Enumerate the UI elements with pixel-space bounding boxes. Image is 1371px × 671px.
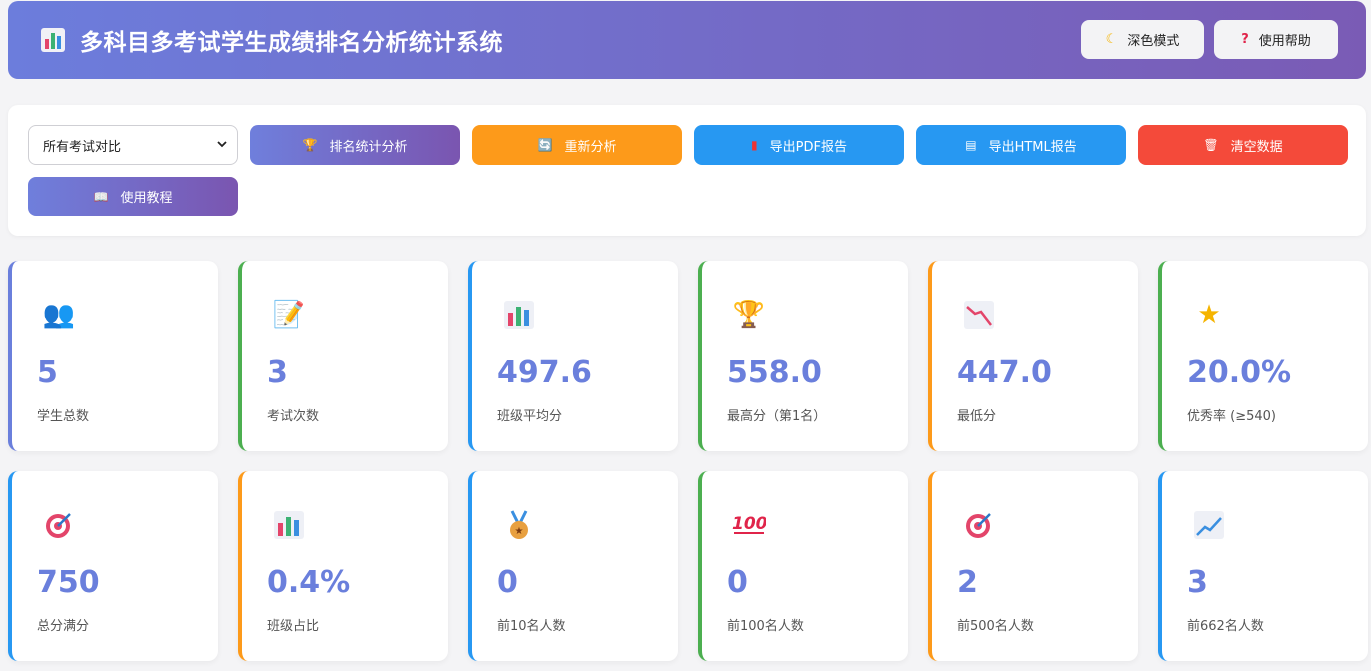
rank-analysis-button[interactable]: 🏆 排名统计分析 bbox=[250, 125, 460, 165]
chevron-down-icon bbox=[217, 141, 227, 148]
stat-card-top100: 100 0 前100名人数 bbox=[698, 471, 908, 661]
dark-mode-label: 深色模式 bbox=[1127, 34, 1180, 49]
stat-value: 20.0% bbox=[1187, 355, 1292, 390]
exam-select[interactable]: 所有考试对比 bbox=[28, 125, 238, 165]
stat-value: 3 bbox=[267, 355, 288, 390]
stat-card-average: 497.6 班级平均分 bbox=[468, 261, 678, 451]
stat-card-class-ratio: 0.4% 班级占比 bbox=[238, 471, 448, 661]
stat-label: 前662名人数 bbox=[1187, 619, 1264, 634]
stat-card-top10: ★ 0 前10名人数 bbox=[468, 471, 678, 661]
stat-value: 0 bbox=[727, 565, 748, 600]
trash-icon: 🗑 bbox=[1203, 138, 1219, 152]
stat-label: 最高分（第1名） bbox=[727, 409, 827, 424]
stat-card-exams: 📝 3 考试次数 bbox=[238, 261, 448, 451]
export-html-label: 导出HTML报告 bbox=[988, 139, 1077, 155]
refresh-icon: 🔄 bbox=[537, 138, 553, 152]
svg-text:100: 100 bbox=[732, 514, 766, 534]
export-html-button[interactable]: ▤ 导出HTML报告 bbox=[916, 125, 1126, 165]
stat-value: 0.4% bbox=[267, 565, 351, 600]
export-pdf-label: 导出PDF报告 bbox=[769, 139, 847, 155]
export-pdf-button[interactable]: ▮ 导出PDF报告 bbox=[694, 125, 904, 165]
svg-text:★: ★ bbox=[515, 526, 524, 537]
reanalyze-label: 重新分析 bbox=[564, 139, 617, 155]
stat-label: 学生总数 bbox=[37, 409, 90, 424]
dark-mode-button[interactable]: ☾ 深色模式 bbox=[1081, 20, 1204, 59]
clear-data-button[interactable]: 🗑 清空数据 bbox=[1138, 125, 1348, 165]
clear-data-label: 清空数据 bbox=[1230, 139, 1283, 155]
stat-value: 497.6 bbox=[497, 355, 592, 390]
rank-analysis-label: 排名统计分析 bbox=[329, 139, 408, 155]
stat-label: 前10名人数 bbox=[497, 619, 566, 634]
stat-label: 最低分 bbox=[957, 409, 997, 424]
stat-value: 5 bbox=[37, 355, 58, 390]
help-label: 使用帮助 bbox=[1258, 34, 1311, 49]
document-icon: ▤ bbox=[965, 138, 977, 152]
toolbar-panel: 所有考试对比 🏆 排名统计分析 🔄 重新分析 ▮ 导出PDF报告 ▤ 导出HTM… bbox=[8, 105, 1366, 236]
stat-card-excellence: ★ 20.0% 优秀率 (≥540) bbox=[1158, 261, 1368, 451]
chart-increasing-icon bbox=[1191, 507, 1227, 543]
chart-decreasing-icon bbox=[961, 297, 997, 333]
stat-value: 558.0 bbox=[727, 355, 822, 390]
stat-value: 2 bbox=[957, 565, 978, 600]
tutorial-label: 使用教程 bbox=[120, 191, 173, 206]
stat-label: 总分满分 bbox=[37, 619, 90, 634]
stat-card-lowest: 447.0 最低分 bbox=[928, 261, 1138, 451]
exam-select-value: 所有考试对比 bbox=[43, 139, 122, 155]
open-book-icon: 📖 bbox=[93, 189, 109, 204]
bar-chart-icon bbox=[501, 297, 537, 333]
bar-chart-icon bbox=[271, 507, 307, 543]
bar-chart-icon bbox=[40, 27, 66, 53]
stat-label: 优秀率 (≥540) bbox=[1187, 409, 1276, 424]
stat-card-top662: 3 前662名人数 bbox=[1158, 471, 1368, 661]
stat-value: 3 bbox=[1187, 565, 1208, 600]
hundred-icon: 100 bbox=[731, 507, 767, 543]
tutorial-button[interactable]: 📖 使用教程 bbox=[28, 177, 238, 216]
stat-value: 447.0 bbox=[957, 355, 1052, 390]
stat-label: 前100名人数 bbox=[727, 619, 804, 634]
stat-value: 750 bbox=[37, 565, 100, 600]
stat-label: 考试次数 bbox=[267, 409, 320, 424]
target-icon bbox=[961, 507, 997, 543]
question-icon: ? bbox=[1241, 32, 1249, 47]
medal-icon: ★ bbox=[501, 507, 537, 543]
page-title: 多科目多考试学生成绩排名分析统计系统 bbox=[80, 30, 503, 56]
stat-label: 班级平均分 bbox=[497, 409, 563, 424]
trophy-icon: 🏆 bbox=[732, 300, 766, 330]
trophy-icon: 🏆 bbox=[302, 138, 318, 152]
people-icon: 👥 bbox=[42, 300, 76, 330]
reanalyze-button[interactable]: 🔄 重新分析 bbox=[472, 125, 682, 165]
stat-value: 0 bbox=[497, 565, 518, 600]
stat-label: 班级占比 bbox=[267, 619, 320, 634]
stat-card-full-score: 750 总分满分 bbox=[8, 471, 218, 661]
stat-card-top500: 2 前500名人数 bbox=[928, 471, 1138, 661]
stat-label: 前500名人数 bbox=[957, 619, 1034, 634]
book-icon: ▮ bbox=[751, 138, 758, 152]
target-icon bbox=[41, 507, 77, 543]
help-button[interactable]: ? 使用帮助 bbox=[1214, 20, 1338, 59]
moon-icon: ☾ bbox=[1105, 32, 1118, 47]
stat-card-students: 👥 5 学生总数 bbox=[8, 261, 218, 451]
memo-icon: 📝 bbox=[272, 300, 306, 330]
star-icon: ★ bbox=[1197, 300, 1221, 330]
stat-card-highest: 🏆 558.0 最高分（第1名） bbox=[698, 261, 908, 451]
